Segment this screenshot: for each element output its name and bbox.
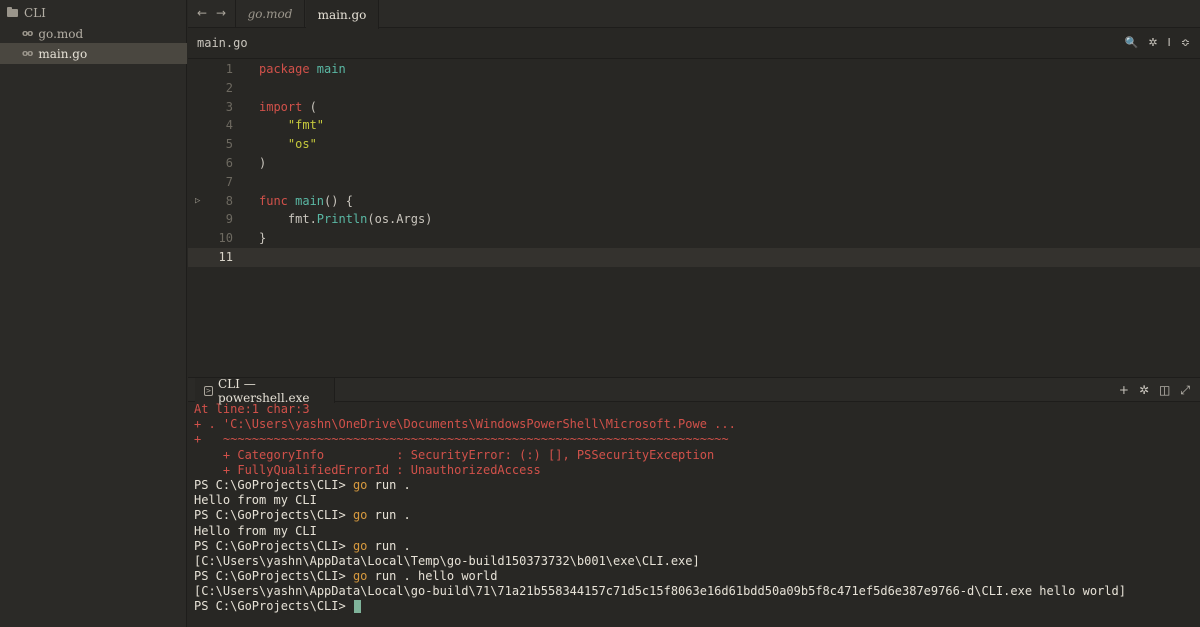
back-arrow-icon[interactable]: ←: [197, 6, 207, 20]
editor-tabbar: ← → go.mod main.go: [188, 0, 1200, 29]
line-number: 11: [218, 250, 233, 264]
code-editor[interactable]: 1 package main 2 3 import (4 "fmt" 5 "os" 6) 7 ▷…: [188, 59, 1200, 377]
breadcrumb-path[interactable]: main.go: [197, 36, 248, 50]
maximize-icon[interactable]: ⤢: [1180, 383, 1190, 398]
folder-cli[interactable]: CLI: [0, 2, 187, 23]
assistant-icon[interactable]: ✲: [1148, 36, 1157, 49]
code-line[interactable]: 2: [188, 79, 1200, 98]
terminal-line: PS C:\GoProjects\CLI> go run .: [194, 477, 411, 492]
terminal-line: Hello from my CLI: [194, 523, 317, 538]
search-icon[interactable]: 🔍: [1125, 36, 1139, 49]
code-text: package main: [259, 62, 346, 76]
terminal-line: [C:\Users\yashn\AppData\Local\go-build\7…: [194, 584, 1126, 599]
terminal-line: + CategoryInfo : SecurityError: (:) [], …: [194, 447, 715, 462]
file-label: go.mod: [38, 26, 84, 41]
line-number: 2: [225, 80, 233, 95]
terminal-icon: >: [204, 385, 213, 396]
terminal-panel-tabs: > CLI — powershell.exe + ✲ ◫ ⤢: [188, 376, 1200, 405]
line-number: 8: [225, 193, 233, 208]
terminal-tab[interactable]: > CLI — powershell.exe: [195, 376, 335, 405]
code-line[interactable]: 6): [188, 154, 1200, 173]
terminal-line: PS C:\GoProjects\CLI>: [194, 599, 1200, 614]
code-line[interactable]: 5 "os": [188, 135, 1200, 154]
line-number: 1: [225, 62, 233, 76]
code-text: "fmt": [287, 118, 325, 133]
terminal-output[interactable]: At line:1 char:3 + . 'C:\Users\yashn\OneD…: [188, 402, 1200, 627]
terminal-line: + ~~~~~~~~~~~~~~~~~~~~~~~~~~~~~~~~~~~~~~…: [194, 432, 729, 447]
code-line[interactable]: 7: [188, 173, 1200, 192]
new-terminal-icon[interactable]: +: [1119, 383, 1129, 398]
settings-icon[interactable]: ≎: [1181, 36, 1190, 49]
code-line[interactable]: ▷ 8 func main() {: [188, 192, 1200, 211]
line-number: 3: [225, 99, 233, 114]
code-line[interactable]: 11: [188, 248, 1200, 267]
terminal-line: PS C:\GoProjects\CLI> go run . hello wor…: [194, 569, 498, 584]
panel-toolbar: + ✲ ◫ ⤢: [1119, 383, 1190, 398]
go-file-icon: oo: [22, 48, 33, 59]
terminal-line: PS C:\GoProjects\CLI> go run .: [194, 508, 411, 523]
file-explorer: CLI oo go.mod oo main.go: [0, 0, 187, 627]
file-item-main-go[interactable]: oo main.go: [0, 43, 187, 64]
code-text: }: [259, 231, 267, 246]
terminal-line: PS C:\GoProjects\CLI> go run .: [194, 538, 411, 553]
terminal-line: At line:1 char:3: [194, 402, 310, 416]
code-line[interactable]: 3 import (: [188, 98, 1200, 117]
code-line[interactable]: 4 "fmt": [188, 116, 1200, 135]
breadcrumb: main.go 🔍 ✲ I ≎: [188, 28, 1200, 59]
code-line[interactable]: 10}: [188, 229, 1200, 248]
tab-go-mod[interactable]: go.mod: [235, 0, 305, 28]
code-text: import (: [259, 99, 317, 114]
line-number: 6: [225, 156, 233, 170]
folder-label: CLI: [24, 5, 46, 20]
terminal-line: + FullyQualifiedErrorId : UnauthorizedAc…: [194, 462, 541, 477]
terminal-line: [C:\Users\yashn\AppData\Local\Temp\go-bu…: [194, 553, 700, 568]
go-file-icon: oo: [22, 28, 33, 39]
line-number: 5: [225, 137, 233, 152]
line-number: 7: [225, 174, 233, 189]
line-number: 10: [218, 231, 233, 246]
editor-toolbar: 🔍 ✲ I ≎: [1125, 36, 1190, 49]
file-item-go-mod[interactable]: oo go.mod: [0, 23, 187, 44]
terminal-line: Hello from my CLI: [194, 493, 317, 508]
terminal-cursor: [353, 600, 361, 614]
split-pane-icon[interactable]: ◫: [1159, 383, 1170, 398]
code-text: ): [259, 156, 267, 170]
line-number: 9: [225, 212, 233, 227]
forward-arrow-icon[interactable]: →: [216, 6, 226, 20]
terminal-tab-label: CLI — powershell.exe: [217, 376, 310, 405]
code-line[interactable]: 1 package main: [188, 60, 1200, 79]
terminal-line: + . 'C:\Users\yashn\OneDrive\Documents\W…: [194, 417, 736, 432]
assistant-icon[interactable]: ✲: [1139, 383, 1149, 398]
code-text: func main() {: [259, 193, 353, 208]
code-text: fmt.Println(os.Args): [259, 212, 433, 227]
code-text: "os": [287, 137, 317, 152]
file-label: main.go: [38, 46, 88, 61]
cursor-icon[interactable]: I: [1168, 36, 1171, 49]
code-line[interactable]: 9 fmt.Println(os.Args): [188, 210, 1200, 229]
line-number: 4: [225, 118, 233, 133]
folder-icon: [7, 6, 18, 17]
tab-main-go[interactable]: main.go: [306, 0, 379, 29]
